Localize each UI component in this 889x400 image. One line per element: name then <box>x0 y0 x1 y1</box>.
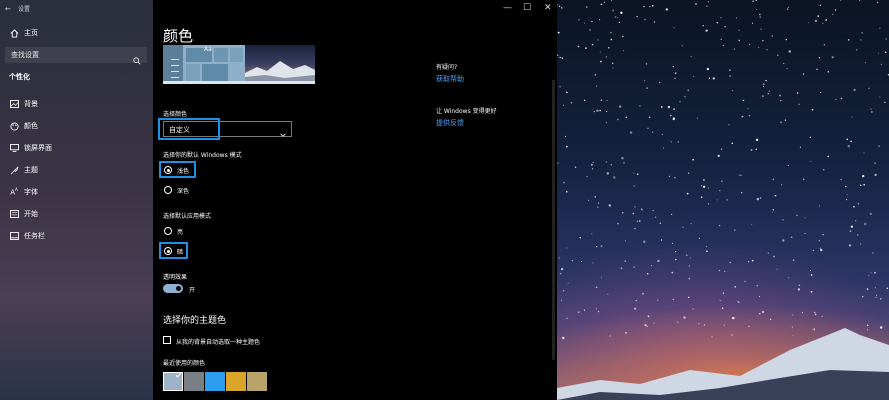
close-button[interactable]: ✕ <box>544 3 552 13</box>
radio-dark[interactable] <box>164 186 172 194</box>
transparency-state: 开 <box>189 287 196 294</box>
get-help-link[interactable]: 获取帮助 <box>436 74 464 84</box>
nav-item-label: 字体 <box>24 188 38 196</box>
preview-aa-text: Aa <box>204 46 212 53</box>
nav-item-label: 任务栏 <box>24 232 45 240</box>
preview-start-menu <box>163 45 183 84</box>
monitor-icon <box>9 143 19 153</box>
app-mode-label: 选择默认应用模式 <box>163 213 212 220</box>
nav-item-themes[interactable]: 主题 <box>0 161 153 179</box>
nav-item-colors[interactable]: 颜色 <box>0 117 153 135</box>
nav-home-label: 主页 <box>24 29 38 37</box>
search-box[interactable]: 查找设置 <box>5 47 147 65</box>
accent-heading: 选择你的主题色 <box>163 316 227 326</box>
radio-dark-label: 深色 <box>177 188 190 195</box>
highlight-box <box>159 161 196 178</box>
navigation-pane: 设置 ← 主页 查找设置 个性化 背景 颜色 锁屏界面 主题 AA 字体 开始 … <box>0 0 153 400</box>
help-question: 有疑问? <box>436 64 458 71</box>
page-title: 颜色 <box>163 27 194 45</box>
maximize-button[interactable]: ☐ <box>523 3 531 13</box>
auto-accent-checkbox[interactable] <box>163 336 171 344</box>
chevron-down-icon <box>279 124 287 143</box>
theme-preview: Aa <box>163 45 315 84</box>
highlight-box <box>159 242 188 259</box>
section-header: 个性化 <box>9 73 30 81</box>
improve-windows-text: 让 Windows 变得更好 <box>436 108 497 115</box>
nav-home[interactable]: 主页 <box>0 24 153 42</box>
radio-app-light-label: 亮 <box>177 229 184 236</box>
nav-item-label: 背景 <box>24 100 38 108</box>
nav-item-label: 颜色 <box>24 122 38 130</box>
feedback-link[interactable]: 提供反馈 <box>436 118 464 128</box>
palette-icon <box>9 121 19 131</box>
auto-accent-label: 从我的背景自动选取一种主题色 <box>176 339 261 346</box>
brush-icon <box>9 165 19 175</box>
font-icon: AA <box>10 187 18 197</box>
transparency-label: 透明效果 <box>163 274 188 281</box>
taskbar-icon <box>9 231 19 241</box>
nav-item-fonts[interactable]: AA 字体 <box>0 183 153 201</box>
nav-item-background[interactable]: 背景 <box>0 95 153 113</box>
settings-window: 设置 ← 主页 查找设置 个性化 背景 颜色 锁屏界面 主题 AA 字体 开始 … <box>0 0 557 400</box>
nav-item-taskbar[interactable]: 任务栏 <box>0 227 153 245</box>
recent-colors-label: 最近使用的颜色 <box>163 360 206 367</box>
search-input[interactable]: 查找设置 <box>11 50 39 60</box>
nav-item-label: 锁屏界面 <box>24 144 52 152</box>
highlight-box <box>158 118 220 140</box>
nav-item-lock-screen[interactable]: 锁屏界面 <box>0 139 153 157</box>
search-icon[interactable] <box>133 50 141 69</box>
color-swatch[interactable] <box>247 372 267 391</box>
nav-item-label: 主题 <box>24 166 38 174</box>
back-arrow-icon[interactable]: ← <box>5 5 11 13</box>
windows-mode-label: 选择你的默认 Windows 模式 <box>163 152 242 159</box>
content-pane: — ☐ ✕ 颜色 Aa 选择颜色 自定义 选择你的默认 Windows 模式 浅… <box>153 0 557 400</box>
transparency-toggle[interactable] <box>163 284 183 293</box>
start-icon <box>9 209 19 219</box>
color-swatch[interactable] <box>163 372 183 391</box>
choose-color-label: 选择颜色 <box>163 111 188 118</box>
scrollbar[interactable] <box>552 80 555 360</box>
color-swatch[interactable] <box>205 372 225 391</box>
nav-item-label: 开始 <box>24 210 38 218</box>
home-icon <box>9 28 19 38</box>
color-swatch[interactable] <box>226 372 246 391</box>
window-title: 设置 <box>18 6 31 13</box>
picture-icon <box>9 99 19 109</box>
preview-wallpaper <box>245 45 315 84</box>
color-swatch[interactable] <box>184 372 204 391</box>
preview-tiles: Aa <box>183 45 245 84</box>
radio-app-light[interactable] <box>164 227 172 235</box>
nav-item-start[interactable]: 开始 <box>0 205 153 223</box>
minimize-button[interactable]: — <box>503 3 512 13</box>
